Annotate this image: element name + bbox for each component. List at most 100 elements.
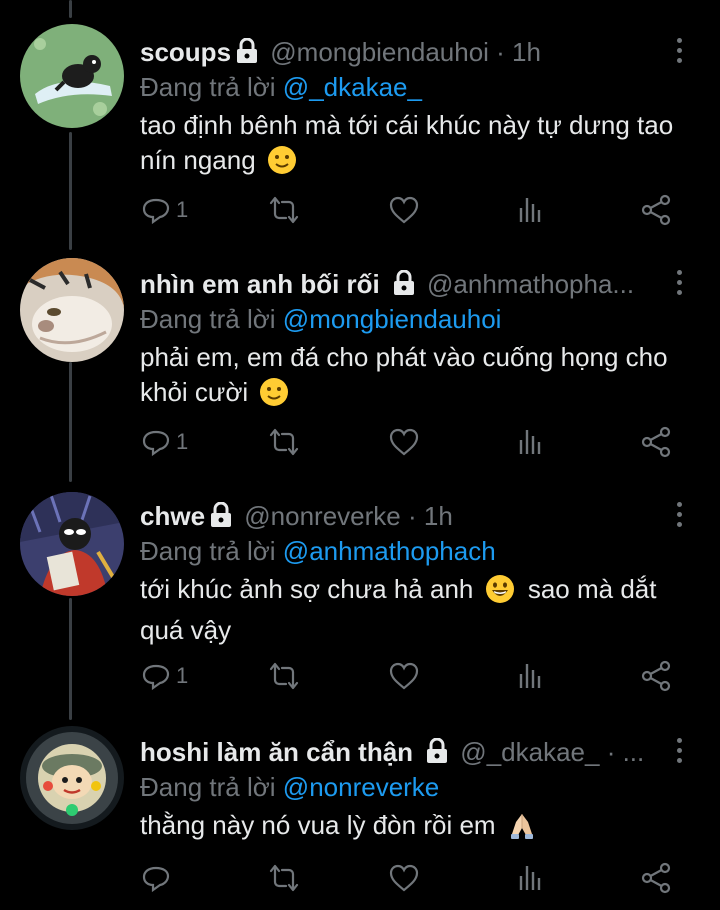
analytics-icon xyxy=(519,866,541,890)
more-options-icon[interactable] xyxy=(674,270,684,300)
lock-icon xyxy=(235,37,259,70)
retweet-icon xyxy=(269,196,299,224)
tweet[interactable]: scoups @mongbiendauhoi · 1h Đang trả lời… xyxy=(0,20,720,250)
reply-prefix: Đang trả lời xyxy=(140,536,276,566)
tweet[interactable]: hoshi làm ăn cẩn thận @_dkakae_ · ... Đa… xyxy=(0,720,720,910)
grin-emoji-icon xyxy=(485,574,515,613)
reply-context: Đang trả lời @nonreverke xyxy=(140,770,439,804)
tweet-header: hoshi làm ăn cẩn thận @_dkakae_ · ... xyxy=(140,734,660,770)
more-options-icon[interactable] xyxy=(674,738,684,768)
tweet-text: thằng này nó vua lỳ đòn rồi em xyxy=(140,808,700,849)
lock-icon xyxy=(209,501,233,534)
analytics-button[interactable] xyxy=(515,656,547,696)
tweet-text-content: tao định bênh mà tới cái khúc này tự dưn… xyxy=(140,110,674,175)
display-name[interactable]: hoshi làm ăn cẩn thận xyxy=(140,737,413,767)
tweet-text: phải em, em đá cho phát vào cuống họng c… xyxy=(140,340,700,416)
reply-context: Đang trả lời @_dkakae_ xyxy=(140,70,422,104)
more-options-icon[interactable] xyxy=(674,502,684,532)
reply-icon xyxy=(142,430,170,457)
tweet-text-content: thằng này nó vua lỳ đòn rồi em xyxy=(140,810,496,840)
share-button[interactable] xyxy=(640,858,672,898)
tweet[interactable]: nhìn em anh bối rối @anhmathopha... Đang… xyxy=(0,252,720,482)
reply-mention[interactable]: @_dkakae_ xyxy=(283,72,422,102)
analytics-button[interactable] xyxy=(515,858,547,898)
timestamp: · 1h xyxy=(407,501,453,531)
avatar[interactable] xyxy=(20,492,124,596)
reply-count: 1 xyxy=(176,663,189,688)
handle[interactable]: @anhmathopha... xyxy=(427,269,634,299)
tweet-actions: 1 xyxy=(140,656,680,696)
share-button[interactable] xyxy=(640,656,672,696)
handle[interactable]: @nonreverke xyxy=(244,501,400,531)
share-button[interactable] xyxy=(640,422,672,462)
tweet[interactable]: chwe @nonreverke · 1h Đang trả lời @anhm… xyxy=(0,484,720,718)
retweet-icon xyxy=(269,864,299,892)
tweet-actions: 1 xyxy=(140,422,680,462)
reply-context: Đang trả lời @anhmathophach xyxy=(140,534,496,568)
like-button[interactable] xyxy=(388,858,420,898)
handle[interactable]: @mongbiendauhoi xyxy=(270,37,489,67)
share-icon xyxy=(641,660,671,692)
analytics-icon xyxy=(519,664,541,688)
timestamp: · 1h xyxy=(496,37,541,67)
more-options-icon[interactable] xyxy=(674,38,684,68)
lock-icon xyxy=(425,737,449,770)
like-button[interactable] xyxy=(388,656,420,696)
retweet-button[interactable] xyxy=(268,656,300,696)
retweet-icon xyxy=(269,662,299,690)
analytics-icon xyxy=(519,198,541,222)
reply-count: 1 xyxy=(176,429,189,454)
reply-context: Đang trả lời @mongbiendauhoi xyxy=(140,302,501,336)
reply-icon xyxy=(142,866,170,893)
analytics-icon xyxy=(519,430,541,454)
heart-icon xyxy=(389,196,419,224)
heart-icon xyxy=(389,864,419,892)
retweet-button[interactable] xyxy=(268,190,300,230)
avatar[interactable] xyxy=(20,258,124,362)
display-name[interactable]: scoups xyxy=(140,37,231,67)
reply-prefix: Đang trả lời xyxy=(140,772,276,802)
reply-button[interactable]: 1 xyxy=(140,190,188,230)
tweet-header: scoups @mongbiendauhoi · 1h xyxy=(140,34,660,70)
tweet-actions xyxy=(140,858,680,898)
tweet-text: tao định bênh mà tới cái khúc này tự dưn… xyxy=(140,108,700,184)
thread-line xyxy=(69,0,72,18)
display-name[interactable]: nhìn em anh bối rối xyxy=(140,269,380,299)
reply-icon xyxy=(142,198,170,225)
tweet-text-content: phải em, em đá cho phát vào cuống họng c… xyxy=(140,342,668,407)
reply-mention[interactable]: @mongbiendauhoi xyxy=(283,304,502,334)
reply-prefix: Đang trả lời xyxy=(140,304,276,334)
retweet-button[interactable] xyxy=(268,858,300,898)
retweet-icon xyxy=(269,428,299,456)
reply-button[interactable]: 1 xyxy=(140,656,188,696)
slight-smile-emoji-icon xyxy=(267,145,297,184)
tweet-text: tới khúc ảnh sợ chưa hả anh sao mà dắt q… xyxy=(140,572,700,648)
avatar[interactable] xyxy=(20,726,124,830)
like-button[interactable] xyxy=(388,190,420,230)
folded-hands-emoji-icon xyxy=(507,810,537,849)
like-button[interactable] xyxy=(388,422,420,462)
analytics-button[interactable] xyxy=(515,422,547,462)
tweet-text-content: tới khúc ảnh sợ chưa hả anh xyxy=(140,574,474,604)
tweet-header: nhìn em anh bối rối @anhmathopha... xyxy=(140,266,660,302)
avatar[interactable] xyxy=(20,24,124,128)
share-icon xyxy=(641,862,671,894)
heart-icon xyxy=(389,428,419,456)
reply-mention[interactable]: @nonreverke xyxy=(283,772,439,802)
reply-button[interactable]: 1 xyxy=(140,422,188,462)
reply-icon xyxy=(142,664,170,691)
tweet-actions: 1 xyxy=(140,190,680,230)
lock-icon xyxy=(392,269,416,302)
timestamp: · ... xyxy=(606,737,645,767)
slight-smile-emoji-icon xyxy=(259,377,289,416)
reply-button[interactable] xyxy=(140,858,176,898)
handle[interactable]: @_dkakae_ xyxy=(460,737,599,767)
share-button[interactable] xyxy=(640,190,672,230)
reply-mention[interactable]: @anhmathophach xyxy=(283,536,496,566)
reply-count: 1 xyxy=(176,197,189,222)
tweet-header: chwe @nonreverke · 1h xyxy=(140,498,660,534)
analytics-button[interactable] xyxy=(515,190,547,230)
display-name[interactable]: chwe xyxy=(140,501,205,531)
share-icon xyxy=(641,194,671,226)
retweet-button[interactable] xyxy=(268,422,300,462)
